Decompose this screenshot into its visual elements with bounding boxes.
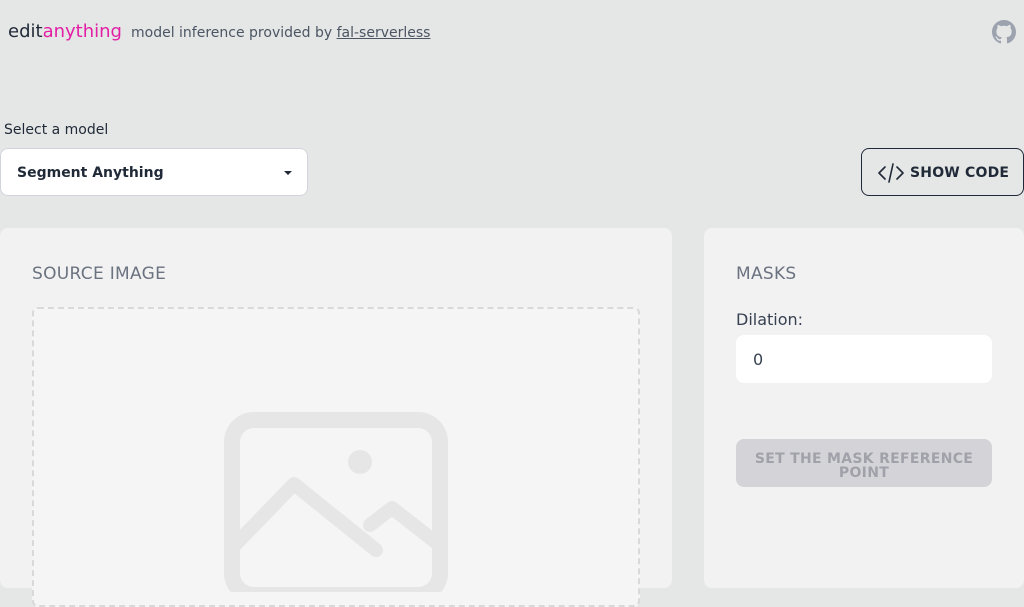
- dilation-input[interactable]: [736, 335, 992, 383]
- set-mask-reference-point-button[interactable]: SET THE MASK REFERENCE POINT: [736, 439, 992, 487]
- brand-edit: edit: [8, 21, 43, 42]
- github-icon[interactable]: [992, 20, 1016, 44]
- model-select-label: Select a model: [4, 122, 109, 138]
- model-select[interactable]: Segment Anything: [0, 148, 308, 196]
- masks-title: MASKS: [736, 264, 797, 284]
- navbar: editanything model inference provided by…: [0, 0, 1024, 64]
- show-code-label: SHOW CODE: [910, 165, 1010, 181]
- tagline-text: model inference provided by: [131, 25, 333, 41]
- brand-anything: anything: [42, 21, 122, 42]
- model-select-value: Segment Anything: [17, 165, 164, 181]
- brand-logo[interactable]: editanything: [8, 20, 122, 44]
- image-dropzone[interactable]: [32, 307, 640, 607]
- dilation-label: Dilation:: [736, 310, 804, 329]
- show-code-button[interactable]: SHOW CODE: [861, 148, 1024, 196]
- source-image-title: SOURCE IMAGE: [32, 264, 167, 284]
- source-image-panel: SOURCE IMAGE: [0, 228, 672, 607]
- fal-serverless-link[interactable]: fal-serverless: [337, 25, 431, 41]
- caret-down-icon: [284, 171, 292, 175]
- code-icon: [878, 163, 904, 183]
- masks-panel: MASKS Dilation: SET THE MASK REFERENCE P…: [704, 228, 1024, 588]
- image-placeholder-icon: [224, 412, 448, 592]
- tagline: model inference provided by fal-serverle…: [131, 24, 430, 42]
